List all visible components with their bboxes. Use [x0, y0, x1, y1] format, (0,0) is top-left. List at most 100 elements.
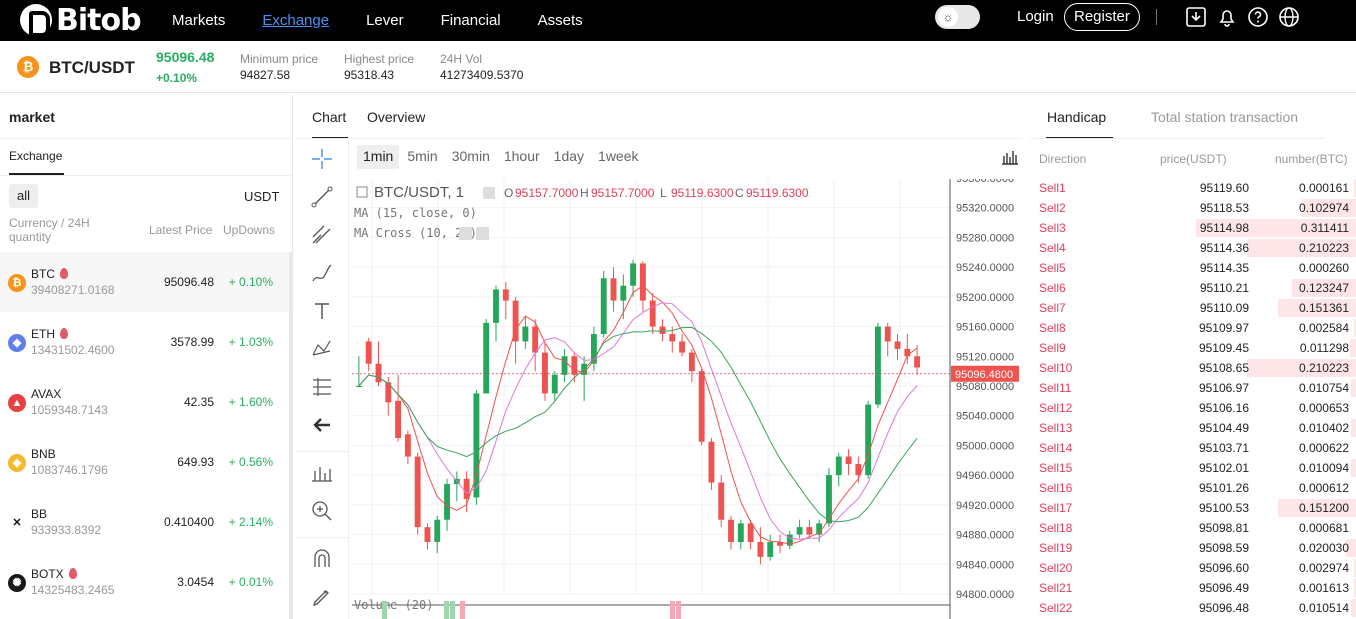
row-price: 95103.71	[1198, 441, 1249, 455]
globe-icon[interactable]	[1278, 6, 1300, 28]
trendline-icon[interactable]	[310, 185, 334, 209]
row-side: Sell11	[1039, 381, 1072, 395]
chart-settings-icon[interactable]	[1000, 147, 1020, 167]
theme-toggle[interactable]: ☼	[935, 5, 980, 29]
orderbook-row[interactable]: Sell10 95108.65 0.210223	[1030, 358, 1356, 378]
row-side: Sell4	[1039, 241, 1066, 255]
tab-chart[interactable]: Chart	[312, 109, 346, 125]
orderbook-row[interactable]: Sell2 95118.53 0.102974	[1030, 198, 1356, 218]
orderbook-row[interactable]: Sell14 95103.71 0.000622	[1030, 438, 1356, 458]
nav-financial[interactable]: Financial	[441, 12, 501, 29]
market-row-botx[interactable]: ✺ BOTX 14325483.2465 3.0454 + 0.01%	[0, 552, 290, 612]
nav-lever[interactable]: Lever	[366, 12, 404, 29]
help-icon[interactable]	[1247, 6, 1269, 28]
orderbook-row[interactable]: Sell20 95096.60 0.002974	[1030, 558, 1356, 578]
nav-assets[interactable]: Assets	[538, 12, 583, 29]
study-close-icon[interactable]	[476, 227, 489, 240]
crosshair-icon[interactable]	[310, 147, 334, 171]
orderbook-row[interactable]: Sell15 95102.01 0.010094	[1030, 458, 1356, 478]
y-tick-label: 95040.0000	[956, 411, 1014, 423]
symbol-text: BTC	[31, 267, 55, 281]
row-qty: 0.010094	[1298, 461, 1349, 475]
download-icon[interactable]	[1185, 6, 1207, 28]
row-side: Sell10	[1039, 361, 1073, 375]
orderbook-row[interactable]: Sell3 95114.98 0.311411	[1030, 218, 1356, 238]
tab-total-transaction[interactable]: Total station transaction	[1151, 109, 1298, 125]
orderbook-row[interactable]: Sell18 95098.81 0.000681	[1030, 518, 1356, 538]
stat-max-value: 95318.43	[344, 68, 395, 82]
btc-coin-icon: ₿	[8, 274, 26, 292]
study-settings-icon[interactable]	[459, 227, 472, 240]
filter-all-button[interactable]: all	[9, 184, 38, 208]
text-icon[interactable]	[310, 299, 334, 323]
candle	[737, 523, 744, 542]
candle	[874, 326, 881, 405]
tab-handicap[interactable]: Handicap	[1047, 109, 1106, 125]
interval-1week[interactable]: 1week	[592, 145, 644, 169]
row-symbol: BOTX	[31, 567, 77, 581]
orderbook-row[interactable]: Sell1 95119.60 0.000161	[1030, 178, 1356, 198]
zoom-in-icon[interactable]	[310, 499, 334, 523]
orderbook-row[interactable]: Sell16 95101.26 0.000612	[1030, 478, 1356, 498]
orderbook-row[interactable]: Sell5 95114.35 0.000260	[1030, 258, 1356, 278]
row-volume: 39408271.0168	[31, 283, 115, 297]
market-row-bnb[interactable]: ◈ BNB 1083746.1796 649.93 + 0.56%	[0, 432, 290, 492]
y-tick-label: 95360.0000	[956, 179, 1014, 185]
orderbook-row[interactable]: Sell4 95114.36 0.210223	[1030, 238, 1356, 258]
candle	[884, 326, 891, 342]
nav-markets[interactable]: Markets	[172, 12, 225, 29]
interval-1day[interactable]: 1day	[548, 145, 590, 169]
row-price: 95104.49	[1198, 421, 1249, 435]
candle	[698, 371, 705, 442]
brand-logo[interactable]: Bitob	[20, 2, 142, 38]
orderbook-row[interactable]: Sell21 95096.49 0.001613	[1030, 578, 1356, 598]
lock-drawings-icon[interactable]	[310, 585, 334, 609]
interval-5min[interactable]: 5min	[401, 145, 443, 169]
orderbook-row[interactable]: Sell7 95110.09 0.151361	[1030, 298, 1356, 318]
back-arrow-icon[interactable]	[310, 413, 334, 437]
interval-1min[interactable]: 1min	[357, 145, 400, 169]
candle	[404, 434, 411, 457]
fib-icon[interactable]	[310, 223, 334, 247]
interval-1hour[interactable]: 1hour	[498, 145, 546, 169]
brush-icon[interactable]	[310, 261, 334, 285]
market-scrollbar[interactable]	[289, 252, 293, 619]
market-row-avax[interactable]: ▲ AVAX 1059348.7143 42.35 + 1.60%	[0, 372, 290, 432]
row-symbol: ETH	[31, 327, 68, 341]
collapse-legend-icon[interactable]	[356, 186, 368, 198]
candle	[757, 542, 764, 557]
row-price: 95108.65	[1198, 361, 1249, 375]
register-button[interactable]: Register	[1064, 3, 1140, 31]
candle	[434, 519, 441, 542]
orderbook-row[interactable]: Sell17 95100.53 0.151200	[1030, 498, 1356, 518]
orderbook-row[interactable]: Sell13 95104.49 0.010402	[1030, 418, 1356, 438]
col-currency-header: Currency / 24H quantity	[9, 216, 90, 244]
market-row-bb[interactable]: ✕ BB 933933.8392 0.410400 + 2.14%	[0, 492, 290, 552]
orderbook-row[interactable]: Sell22 95096.48 0.010514	[1030, 598, 1356, 618]
orderbook-row[interactable]: Sell8 95109.97 0.002584	[1030, 318, 1356, 338]
magnet-icon[interactable]	[310, 547, 334, 571]
orderbook-row[interactable]: Sell12 95106.16 0.000653	[1030, 398, 1356, 418]
orderbook-row[interactable]: Sell6 95110.21 0.123247	[1030, 278, 1356, 298]
pattern-icon[interactable]	[310, 337, 334, 361]
nav-exchange[interactable]: Exchange	[262, 12, 329, 29]
interval-30min[interactable]: 30min	[446, 145, 496, 169]
quote-filter-usdt[interactable]: USDT	[244, 189, 279, 204]
tab-overview[interactable]: Overview	[367, 109, 425, 125]
tab-exchange[interactable]: Exchange	[9, 149, 62, 163]
candlestick-chart[interactable]: 95360.0000 95320.0000 95280.0000 95240.0000…	[352, 179, 1022, 619]
orderbook-row[interactable]: Sell11 95106.97 0.010754	[1030, 378, 1356, 398]
orderbook-row[interactable]: Sell19 95098.59 0.020030	[1030, 538, 1356, 558]
y-tick-label: 94880.0000	[956, 530, 1014, 542]
projection-icon[interactable]	[310, 375, 334, 399]
measure-icon[interactable]	[310, 461, 334, 485]
orderbook-row[interactable]: Sell9 95109.45 0.011298	[1030, 338, 1356, 358]
settings-icon[interactable]	[483, 187, 495, 199]
bell-icon[interactable]	[1216, 6, 1238, 28]
symbol-text: ETH	[31, 327, 55, 341]
market-row-eth[interactable]: ◆ ETH 13431502.4600 3578.99 + 1.03%	[0, 312, 290, 372]
y-tick-label: 94920.0000	[956, 500, 1014, 512]
row-price: 95101.26	[1198, 481, 1249, 495]
market-row-btc[interactable]: ₿ BTC 39408271.0168 95096.48 + 0.10%	[0, 252, 290, 312]
login-link[interactable]: Login	[1017, 8, 1054, 25]
